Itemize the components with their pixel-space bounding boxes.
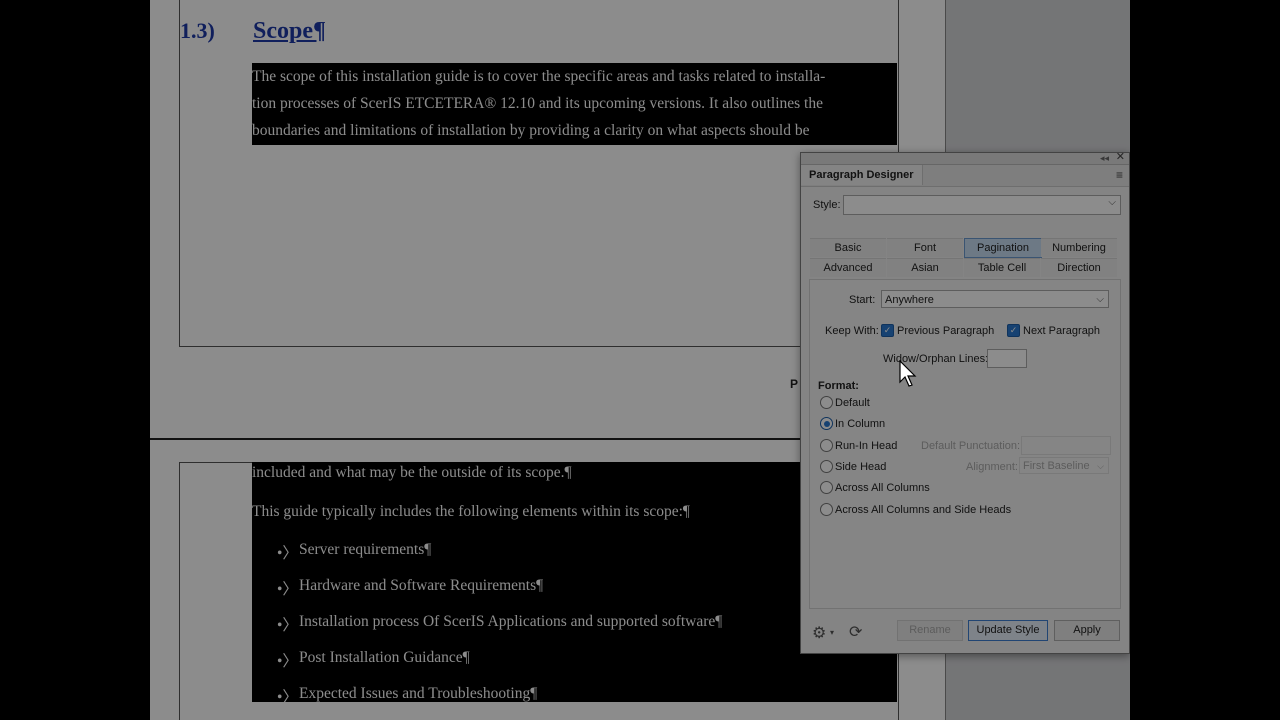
text-frame (179, 0, 899, 347)
mouse-pointer-icon (899, 360, 917, 387)
style-select[interactable]: ⌵ (843, 195, 1121, 215)
chevron-down-icon: ⌵ (1108, 197, 1116, 208)
tab-advanced[interactable]: Advanced (810, 258, 886, 277)
tab-asian[interactable]: Asian (887, 258, 963, 277)
format-across-all-columns-radio[interactable] (820, 481, 833, 494)
format-label: Format: (818, 380, 859, 392)
tab-font[interactable]: Font (887, 238, 963, 257)
default-punctuation-input (1021, 436, 1111, 455)
next-paragraph-checkbox[interactable]: ✓ (1007, 324, 1020, 337)
selected-text-line[interactable]: This guide typically includes the follow… (252, 503, 690, 521)
selected-text-line[interactable]: boundaries and limitations of installati… (252, 117, 897, 145)
previous-paragraph-checkbox[interactable]: ✓ (881, 324, 894, 337)
format-in-column-label[interactable]: In Column (835, 418, 885, 430)
alignment-select: First Baseline ⌵ (1019, 457, 1109, 474)
format-side-head-label[interactable]: Side Head (835, 461, 886, 473)
bullet-marker: •〉 (277, 581, 298, 598)
bullet-item[interactable]: Server requirements¶ (299, 541, 431, 559)
bullet-marker: •〉 (277, 617, 298, 634)
dialog-tab-strip: Paragraph Designer ≡ (801, 165, 1129, 187)
bullet-marker: •〉 (277, 689, 298, 706)
dialog-drag-bar[interactable]: ◂◂ ✕ (801, 152, 1129, 165)
alignment-value: First Baseline (1023, 460, 1090, 472)
bullet-marker: •〉 (277, 545, 298, 562)
selected-text-line[interactable]: included and what may be the outside of … (252, 464, 572, 482)
alignment-label: Alignment: (966, 461, 1018, 473)
bullet-item[interactable]: Post Installation Guidance¶ (299, 649, 470, 667)
format-side-head-radio[interactable] (820, 460, 833, 473)
update-style-button[interactable]: Update Style (968, 620, 1048, 641)
bullet-marker: •〉 (277, 653, 298, 670)
bullet-item[interactable]: Expected Issues and Troubleshooting¶ (299, 685, 537, 703)
tab-pagination[interactable]: Pagination (964, 238, 1042, 258)
dialog-title-tab[interactable]: Paragraph Designer (801, 165, 923, 185)
bullet-item[interactable]: Installation process Of ScerIS Applicati… (299, 613, 722, 631)
tab-direction[interactable]: Direction (1041, 258, 1117, 277)
section-heading[interactable]: Scope¶ (253, 18, 326, 45)
page-footer-fragment: P (790, 377, 799, 391)
bullet-item[interactable]: Hardware and Software Requirements¶ (299, 577, 543, 595)
keep-with-label: Keep With: (825, 325, 879, 337)
gear-icon[interactable]: ⚙ (812, 623, 826, 643)
chevron-down-icon: ⌵ (1097, 461, 1104, 471)
selected-text-line[interactable]: The scope of this installation guide is … (252, 63, 897, 91)
section-number: 1.3) (180, 18, 215, 43)
apply-button[interactable]: Apply (1054, 620, 1120, 641)
format-run-in-head-radio[interactable] (820, 439, 833, 452)
format-default-label[interactable]: Default (835, 397, 870, 409)
chevron-down-icon: ⌵ (1096, 294, 1104, 305)
close-icon[interactable]: ✕ (1116, 152, 1125, 163)
default-punctuation-label: Default Punctuation: (921, 440, 1021, 452)
tab-basic[interactable]: Basic (810, 238, 886, 257)
start-label: Start: (849, 294, 876, 306)
next-paragraph-label[interactable]: Next Paragraph (1023, 325, 1100, 337)
tab-table-cell[interactable]: Table Cell (964, 258, 1040, 277)
widow-orphan-input[interactable] (987, 349, 1027, 368)
panel-menu-icon[interactable]: ≡ (1116, 168, 1123, 182)
start-value: Anywhere (885, 294, 934, 306)
collapse-icon[interactable]: ◂◂ (1100, 153, 1109, 163)
format-run-in-head-label[interactable]: Run-In Head (835, 440, 897, 452)
format-in-column-radio[interactable] (820, 417, 833, 430)
format-default-radio[interactable] (820, 396, 833, 409)
paragraph-designer-dialog: ◂◂ ✕ Paragraph Designer ≡ Style: ⌵ Basic… (800, 152, 1130, 654)
caret-down-icon[interactable]: ▾ (830, 628, 834, 637)
format-across-columns-side-heads-label[interactable]: Across All Columns and Side Heads (835, 504, 1011, 516)
style-label: Style: (813, 199, 841, 211)
start-select[interactable]: Anywhere ⌵ (881, 290, 1109, 308)
format-across-all-columns-label[interactable]: Across All Columns (835, 482, 930, 494)
rename-button[interactable]: Rename (897, 620, 963, 641)
tab-numbering[interactable]: Numbering (1041, 238, 1117, 257)
refresh-icon[interactable]: ⟳ (849, 622, 862, 642)
format-across-columns-side-heads-radio[interactable] (820, 503, 833, 516)
selected-text-line[interactable]: tion processes of ScerIS ETCETERA® 12.10… (252, 90, 897, 118)
previous-paragraph-label[interactable]: Previous Paragraph (897, 325, 994, 337)
